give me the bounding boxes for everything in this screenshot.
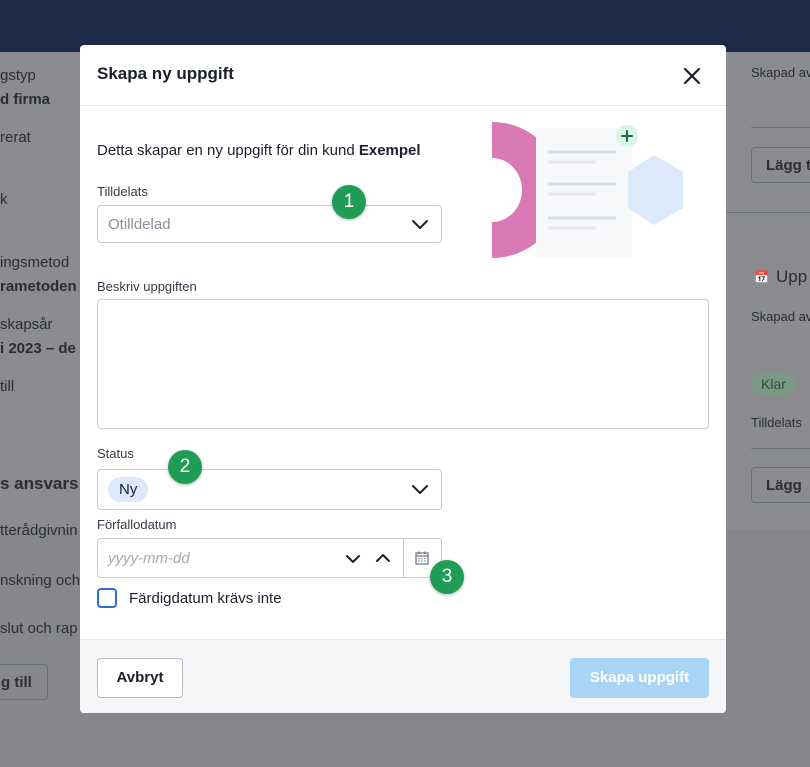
create-task-button[interactable]: Skapa uppgift (570, 658, 709, 698)
description-textarea[interactable] (97, 299, 709, 429)
bg-add-button[interactable]: g till (0, 664, 48, 700)
annotation-marker-2: 2 (168, 450, 202, 484)
background-right-panel: Skapad av Lägg t 📅 Upp Skapad av Klar Ti… (726, 52, 810, 532)
status-badge: Klar (751, 373, 796, 395)
bg-divider (751, 127, 810, 128)
bg-text: ingsmetod (0, 254, 70, 271)
bg-text: Skapad av (751, 65, 810, 80)
create-task-modal: Skapa ny uppgift Detta skapar en ny uppg… (80, 45, 726, 713)
bg-text: skapsår (0, 316, 53, 333)
annotation-marker-3: 3 (430, 560, 464, 594)
calendar-icon[interactable] (415, 551, 429, 565)
intro-text: Detta skapar en ny uppgift för din kund … (97, 142, 421, 159)
chevron-down-icon (412, 220, 428, 229)
decrement-chevron-icon[interactable] (344, 553, 362, 565)
status-label: Status (97, 446, 134, 461)
no-completion-date-checkbox[interactable] (97, 588, 117, 608)
bg-text: d firma (0, 91, 51, 108)
bg-text: k (0, 191, 8, 208)
bg-divider (726, 212, 810, 213)
intro-sentence: Detta skapar en ny uppgift för din kund (97, 142, 355, 159)
bg-text: tterådgivnin (0, 522, 78, 539)
bg-text: nskning och (0, 572, 81, 589)
background-left-panel: gstyp d firma rerat k ingsmetod rametode… (0, 52, 80, 767)
assignee-value: Otilldelad (108, 216, 171, 233)
bg-text: Skapad av (751, 309, 810, 324)
customer-name: Exempel (358, 142, 421, 159)
bg-text: rametoden (0, 278, 77, 295)
task-illustration (492, 122, 683, 258)
increment-chevron-icon[interactable] (374, 552, 392, 564)
date-field-divider (403, 539, 404, 577)
chevron-down-icon (412, 485, 428, 494)
bg-heading: s ansvars (0, 474, 79, 493)
bg-heading: Upp (776, 267, 808, 286)
no-completion-date-label[interactable]: Färdigdatum krävs inte (129, 590, 282, 607)
bg-text: rerat (0, 129, 31, 146)
description-label: Beskriv uppgiften (97, 279, 197, 294)
due-date-field[interactable]: yyyy-mm-dd (97, 538, 442, 578)
bg-divider (751, 448, 810, 449)
cancel-button[interactable]: Avbryt (97, 658, 183, 698)
status-pill: Ny (108, 477, 149, 502)
calendar-icon: 📅 (754, 270, 769, 284)
bg-add-button[interactable]: Lägg t (751, 147, 810, 183)
bg-text: i 2023 – de (0, 340, 76, 357)
modal-title: Skapa ny uppgift (97, 64, 234, 83)
bg-text: gstyp (0, 67, 36, 84)
modal-footer: Avbryt Skapa uppgift (80, 639, 726, 713)
due-date-label: Förfallodatum (97, 517, 177, 532)
bg-text: Tilldelats (751, 415, 802, 430)
status-select[interactable]: Ny (97, 469, 442, 510)
bg-text: till (0, 378, 15, 395)
assignee-select[interactable]: Otilldelad (97, 205, 442, 243)
annotation-marker-1: 1 (332, 185, 366, 219)
bg-add-button[interactable]: Lägg (751, 467, 810, 503)
modal-header: Skapa ny uppgift (80, 45, 726, 106)
assignee-label: Tilldelats (97, 184, 148, 199)
due-date-placeholder: yyyy-mm-dd (108, 550, 190, 567)
close-icon[interactable] (681, 65, 703, 87)
bg-text: slut och rap (0, 620, 78, 637)
